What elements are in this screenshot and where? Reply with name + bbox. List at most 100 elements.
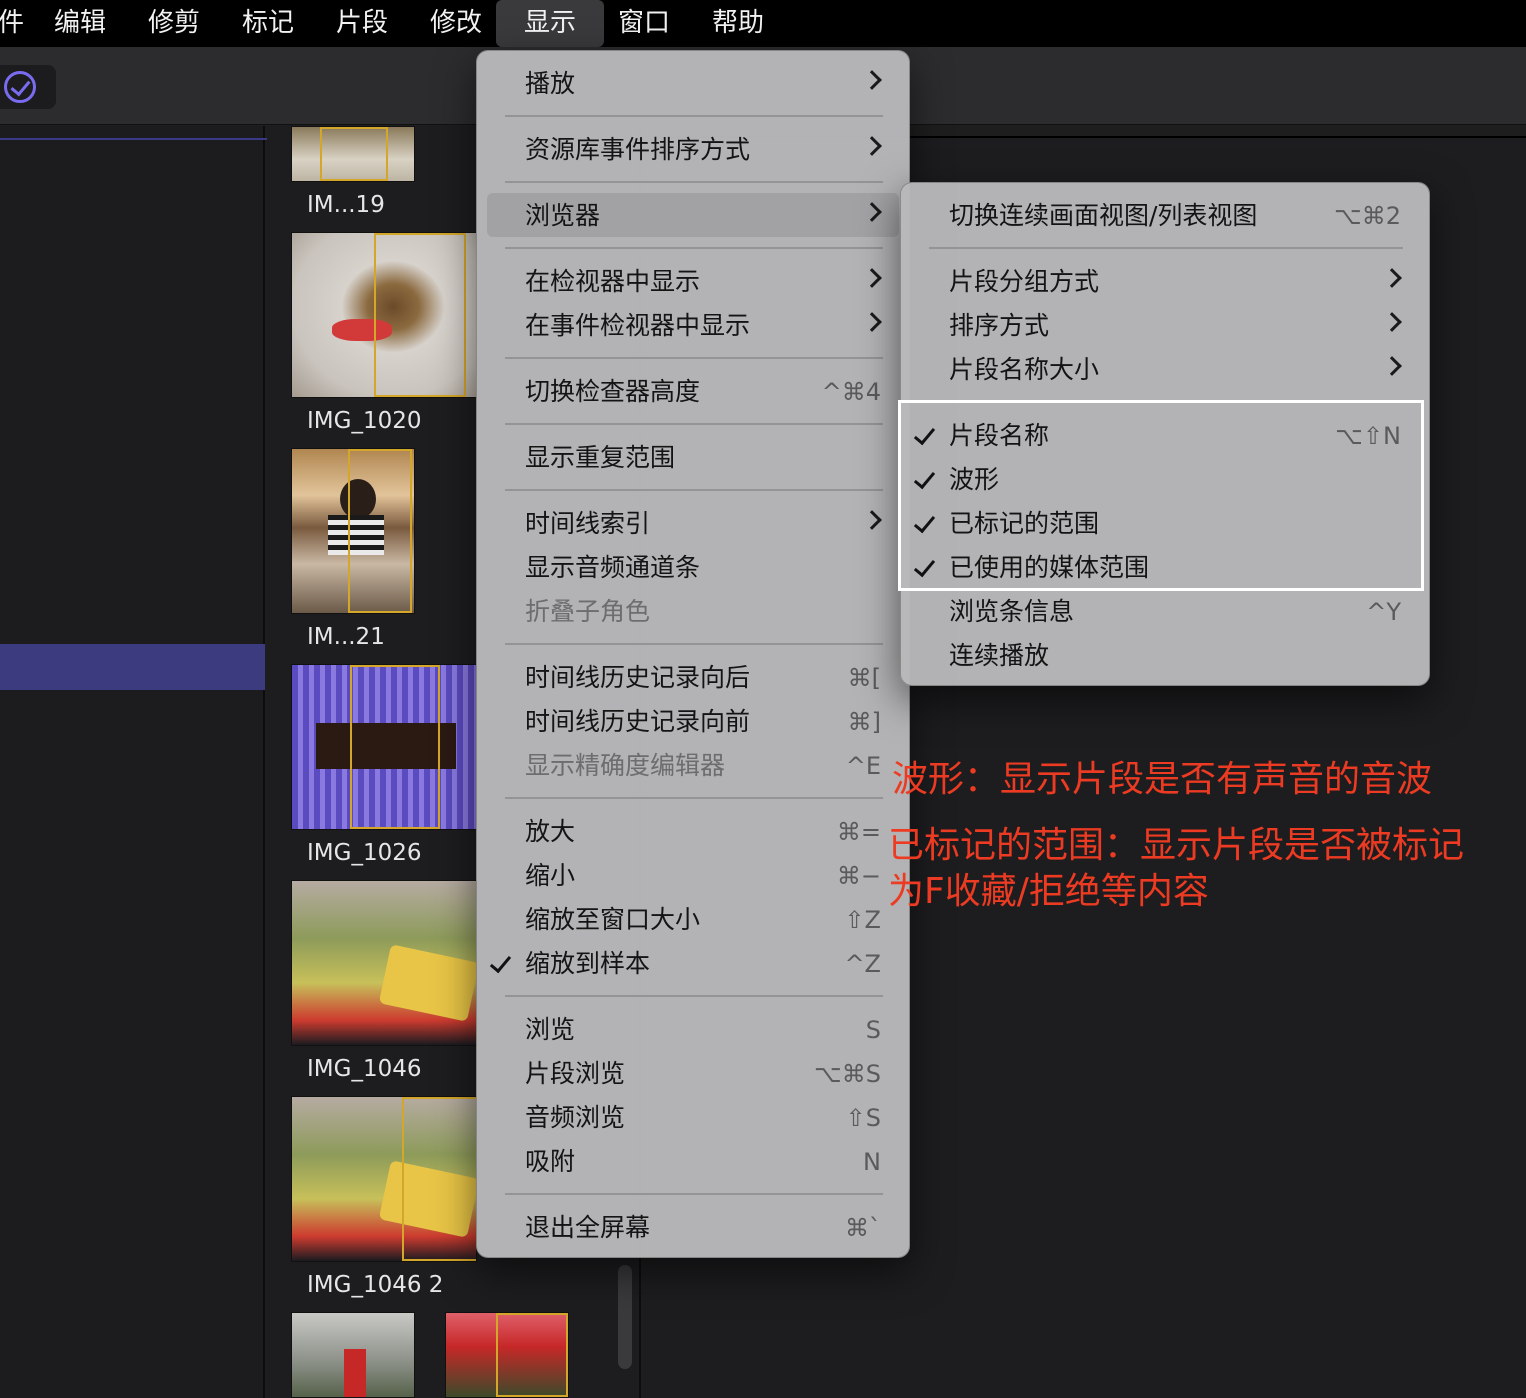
menu-item-label: 浏览条信息: [949, 597, 1075, 626]
menu-separator: [505, 489, 883, 491]
checkmark-icon: [489, 950, 512, 974]
menu-item-shortcut: ^Z: [844, 950, 881, 978]
menu-item-label: 浏览: [525, 1015, 576, 1044]
menu-item-show-in-event-viewer[interactable]: 在事件检视器中显示: [525, 306, 882, 346]
menu-item-label: 切换检查器高度: [525, 377, 701, 406]
menu-help[interactable]: 帮助: [712, 0, 764, 47]
menu-mark[interactable]: 标记: [242, 0, 294, 47]
menu-item-precision-editor: 显示精确度编辑器 ^E: [525, 746, 881, 786]
menu-item-clip-name-size[interactable]: 片段名称大小: [949, 350, 1402, 390]
menu-item-shortcut: ⌘=: [836, 818, 881, 846]
person-shape: [344, 1349, 366, 1397]
menu-separator: [505, 643, 883, 645]
clip-thumbnail[interactable]: [291, 1312, 415, 1398]
menu-item-timeline-index[interactable]: 时间线索引: [525, 504, 882, 544]
clip-thumbnail[interactable]: [291, 448, 415, 614]
menu-item-label: 时间线历史记录向后: [525, 663, 751, 692]
annotation-marked-ranges-cont: 为F收藏/拒绝等内容: [888, 871, 1209, 912]
view-menu: 播放 资源库事件排序方式 浏览器 在检视器中显示 在事件检视器中显示 切换检查器…: [476, 50, 910, 1258]
app-window: 件 编辑 修剪 标记 片段 修改 显示 窗口 帮助 IM...19 IMG_10…: [0, 0, 1526, 1398]
menu-separator: [505, 357, 883, 359]
menu-separator: [505, 995, 883, 997]
menu-item-show-duplicate-ranges[interactable]: 显示重复范围: [525, 438, 881, 478]
menu-item-label: 片段浏览: [525, 1059, 626, 1088]
menu-bar: 件 编辑 修剪 标记 片段 修改 显示 窗口 帮助: [0, 0, 1526, 47]
menu-item-toggle-filmstrip-list[interactable]: 切换连续画面视图/列表视图 ⌥⌘2: [949, 196, 1401, 236]
menu-separator: [505, 797, 883, 799]
background-tasks-button[interactable]: [0, 65, 56, 109]
menu-item-audio-skimming[interactable]: 音频浏览 ⇧S: [525, 1098, 881, 1138]
clip-name: IM...19: [307, 192, 385, 218]
chevron-right-icon: [862, 312, 882, 332]
menu-item-snapping[interactable]: 吸附 N: [525, 1142, 881, 1182]
clip-thumbnail[interactable]: [291, 880, 477, 1046]
menu-file[interactable]: 件: [0, 0, 24, 47]
menu-clip[interactable]: 片段: [336, 0, 388, 47]
menu-item-label: 在检视器中显示: [525, 267, 701, 296]
menu-item-label: 资源库事件排序方式: [525, 135, 751, 164]
menu-item-show-in-viewer[interactable]: 在检视器中显示: [525, 262, 882, 302]
menu-item-group-clips-by[interactable]: 片段分组方式: [949, 262, 1402, 302]
clip-thumbnail[interactable]: [291, 664, 477, 830]
menu-item-zoom-to-fit[interactable]: 缩放至窗口大小 ⇧Z: [525, 900, 881, 940]
menu-separator: [505, 181, 883, 183]
menu-item-label: 片段分组方式: [949, 267, 1100, 296]
menu-item-label: 连续播放: [949, 641, 1050, 670]
browser-scrollbar[interactable]: [618, 1265, 632, 1369]
card-shape: [378, 944, 476, 1022]
menu-item-timeline-history-forward[interactable]: 时间线历史记录向前 ⌘]: [525, 702, 881, 742]
clip-name: IMG_1026: [307, 840, 422, 866]
menu-item-label: 在事件检视器中显示: [525, 311, 751, 340]
annotation-highlight-box: [898, 400, 1424, 591]
menu-item-shortcut: ⌥⌘2: [1334, 202, 1401, 230]
chevron-right-icon: [1382, 356, 1402, 376]
menu-item-shortcut: ⌥⌘S: [814, 1060, 881, 1088]
clip-thumbnail[interactable]: [291, 126, 415, 182]
menu-item-shortcut: ⌘]: [847, 708, 881, 736]
menu-item-skimmer-info[interactable]: 浏览条信息 ^Y: [949, 592, 1401, 632]
menu-item-zoom-out[interactable]: 缩小 ⌘−: [525, 856, 881, 896]
menu-item-playback[interactable]: 播放: [525, 64, 882, 104]
clip-thumbnail[interactable]: [291, 1096, 477, 1262]
menu-item-continuous-playback[interactable]: 连续播放: [949, 636, 1401, 676]
menu-edit[interactable]: 编辑: [54, 0, 106, 47]
menu-item-label: 显示音频通道条: [525, 553, 701, 582]
menu-item-exit-full-screen[interactable]: 退出全屏幕 ⌘`: [525, 1208, 881, 1248]
chevron-right-icon: [862, 70, 882, 90]
marked-range: [402, 1097, 476, 1261]
clip-thumbnail[interactable]: [445, 1312, 569, 1398]
menu-window[interactable]: 窗口: [618, 0, 670, 47]
checkmark-circle-icon: [4, 71, 36, 103]
menu-item-toggle-inspector-height[interactable]: 切换检查器高度 ^⌘4: [525, 372, 881, 412]
marked-range: [350, 665, 440, 829]
menu-item-shortcut: ⌘`: [845, 1214, 881, 1242]
menu-item-label: 浏览器: [525, 201, 601, 230]
menu-item-label: 吸附: [525, 1147, 576, 1176]
chevron-right-icon: [862, 136, 882, 156]
menu-item-label: 缩小: [525, 861, 576, 890]
menu-trim[interactable]: 修剪: [148, 0, 200, 47]
menu-item-shortcut: S: [865, 1016, 881, 1044]
menu-item-sort-by[interactable]: 排序方式: [949, 306, 1402, 346]
clip-name: IM...21: [307, 624, 385, 650]
menu-item-zoom-to-samples[interactable]: 缩放到样本 ^Z: [489, 944, 881, 984]
menu-item-shortcut: ^Y: [1366, 598, 1401, 626]
sidebar-selected-item[interactable]: [0, 644, 265, 690]
menu-item-clip-skimming[interactable]: 片段浏览 ⌥⌘S: [525, 1054, 881, 1094]
menu-item-label: 显示精确度编辑器: [525, 751, 726, 780]
menu-item-label: 切换连续画面视图/列表视图: [949, 201, 1258, 230]
clip-thumbnail[interactable]: [291, 232, 477, 398]
menu-item-shortcut: ⇧S: [845, 1104, 881, 1132]
menu-item-browser[interactable]: 浏览器: [525, 196, 882, 236]
annotation-waveform: 波形：显示片段是否有声音的音波: [892, 759, 1433, 800]
clip-name: IMG_1046: [307, 1056, 422, 1082]
menu-separator: [505, 1193, 883, 1195]
menu-item-zoom-in[interactable]: 放大 ⌘=: [525, 812, 881, 852]
chevron-right-icon: [862, 268, 882, 288]
menu-modify[interactable]: 修改: [430, 0, 482, 47]
menu-item-skimming[interactable]: 浏览 S: [525, 1010, 881, 1050]
menu-item-show-audio-lanes[interactable]: 显示音频通道条: [525, 548, 881, 588]
menu-view[interactable]: 显示: [496, 0, 605, 47]
menu-item-library-sort[interactable]: 资源库事件排序方式: [525, 130, 882, 170]
menu-item-timeline-history-back[interactable]: 时间线历史记录向后 ⌘[: [525, 658, 881, 698]
